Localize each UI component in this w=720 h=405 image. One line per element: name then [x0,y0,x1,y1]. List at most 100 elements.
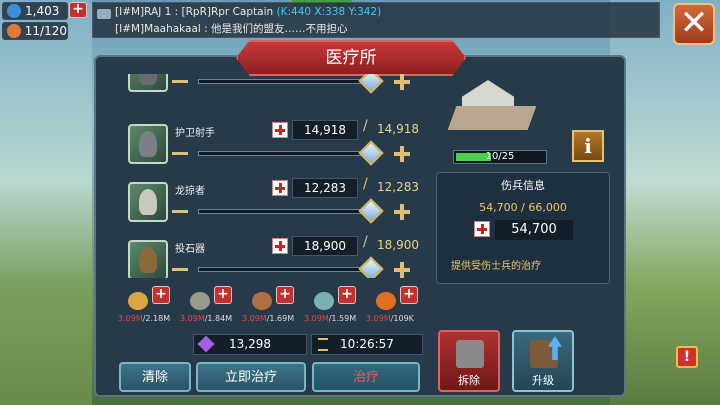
slash-separator: / [363,118,368,134]
unit-name: 护卫射手 [175,128,215,139]
injury-header: 伤兵信息 [501,179,545,192]
resource-cost: + 3.09M/2.18M [118,286,180,330]
unit-name: 投石器 [175,244,205,255]
unit-name: 龙掠者 [175,186,205,197]
chat-icon [97,9,111,19]
increase-button[interactable] [394,146,410,162]
unit-row: 龙掠者 12,283 / 12,283 [120,176,420,236]
ore-icon [314,292,334,310]
unit-max: 12,283 [377,180,419,194]
quantity-slider[interactable] [198,151,370,156]
add-resource-button[interactable]: + [152,286,170,304]
heal-cross-icon [474,221,490,237]
resource-cost: + 3.09M/1.69M [242,286,304,330]
unit-portrait [128,74,168,92]
dismiss-button[interactable]: 拆除 [438,330,500,392]
resource-amount: 3.09M/1.84M [180,314,233,323]
add-resource-button[interactable]: + [214,286,232,304]
heal-button[interactable]: 治疗 [312,362,420,392]
add-gold-button[interactable]: + [69,2,87,18]
add-resource-button[interactable]: + [400,286,418,304]
unit-portrait [128,124,168,164]
slider-handle[interactable] [358,198,384,224]
upgrade-button[interactable]: 升级 [512,330,574,392]
time-value: 10:26:57 [340,337,394,351]
hourglass-icon [318,338,328,351]
gold-icon [376,292,396,310]
alert-icon[interactable]: ! [676,346,698,368]
chat-coordinate-link[interactable]: (K:440 X:338 Y:342) [277,6,382,18]
chat-line-1: [I#M]RAJ 1 : [RpR]Rpr Captain (K:440 X:3… [115,6,659,21]
troop-resource: 11/120 [2,22,68,40]
injury-info-box: 伤兵信息 54,700 / 66,000 54,700 提供受伤士兵的治疗 [436,172,610,284]
quantity-input[interactable]: 12,283 [292,178,358,198]
hammer-icon [456,340,484,368]
unit-max: 18,900 [377,238,419,252]
upgrade-label: 升级 [532,374,554,387]
unit-portrait [128,182,168,222]
page-title: 医疗所 [236,40,466,76]
chat-strip[interactable]: [I#M]RAJ 1 : [RpR]Rpr Captain (K:440 X:3… [92,2,660,38]
unit-max: 14,918 [377,122,419,136]
decrease-button[interactable] [172,268,188,271]
heal-now-button[interactable]: 立即治疗 [196,362,306,392]
slash-separator: / [363,176,368,192]
chat-line-2: [I#M]Maahakaal : 他是我们的盟友……不用担心 [115,23,348,35]
decrease-button[interactable] [172,210,188,213]
injury-ratio: 54,700 / 66,000 [479,201,567,214]
add-resource-button[interactable]: + [338,286,356,304]
heal-cross-icon [272,122,288,138]
background-left [0,0,92,405]
unit-row [120,74,420,106]
unit-list[interactable]: 护卫射手 14,918 / 14,918 龙掠者 12,283 / 12,283… [120,74,420,278]
quantity-input[interactable]: 18,900 [292,236,358,256]
unit-row: 护卫射手 14,918 / 14,918 [120,118,420,178]
chat-line-1-text: [I#M]RAJ 1 : [RpR]Rpr Captain [115,6,274,18]
injury-description: 提供受伤士兵的治疗 [451,261,541,272]
close-button[interactable]: ✕ [673,3,715,45]
building-level-bar: 10/25 [453,150,547,164]
heal-cross-icon [272,238,288,254]
resource-amount: 3.09M/2.18M [118,314,171,323]
decrease-button[interactable] [172,80,188,83]
increase-button[interactable] [394,262,410,278]
gem-icon [197,335,215,353]
resource-cost: + 3.09M/1.59M [304,286,366,330]
resource-amount: 3.09M/109K [366,314,414,323]
quantity-slider[interactable] [198,209,370,214]
unit-row: 投石器 18,900 / 18,900 [120,234,420,278]
slider-handle[interactable] [358,140,384,166]
increase-button[interactable] [394,74,410,90]
heart-icon [7,24,21,38]
user-icon [7,4,21,18]
decrease-button[interactable] [172,152,188,155]
slash-separator: / [363,234,368,250]
wheat-icon [128,292,148,310]
increase-button[interactable] [394,204,410,220]
quantity-input[interactable]: 14,918 [292,120,358,140]
gem-cost: 13,298 [193,334,307,355]
unit-portrait [128,240,168,278]
add-resource-button[interactable]: + [276,286,294,304]
resource-cost: + 3.09M/109K [366,286,428,330]
background-right [610,0,720,405]
gold-value: 1,403 [25,4,60,18]
quantity-slider[interactable] [198,267,370,272]
quantity-slider[interactable] [198,79,370,84]
resource-cost: + 3.09M/1.84M [180,286,242,330]
heal-time: 10:26:57 [311,334,423,355]
resource-amount: 3.09M/1.59M [304,314,357,323]
clear-button[interactable]: 清除 [119,362,191,392]
building-level-text: 10/25 [485,151,515,162]
gem-value: 13,298 [229,337,271,351]
dismiss-label: 拆除 [458,374,480,387]
hospital-building-image [447,80,537,132]
troop-value: 11/120 [24,24,67,38]
resource-amount: 3.09M/1.69M [242,314,295,323]
heal-cross-icon [272,180,288,196]
resource-cost-row: + 3.09M/2.18M + 3.09M/1.84M + 3.09M/1.69… [118,286,438,330]
slider-handle[interactable] [358,256,384,278]
info-button[interactable]: i [572,130,604,162]
slider-handle[interactable] [358,74,384,94]
gold-resource: 1,403 [2,2,68,20]
